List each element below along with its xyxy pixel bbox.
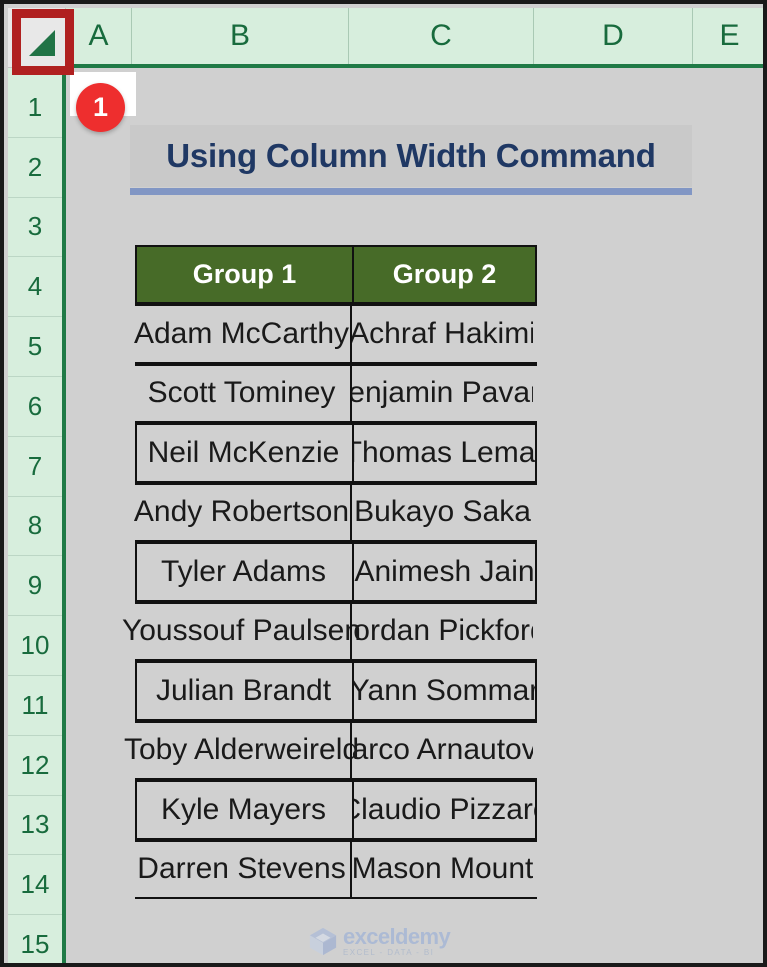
- cell-group1-text: Toby Alderweireld: [123, 733, 360, 767]
- cell-group1-text: Youssouf Paulsen: [121, 614, 362, 648]
- column-divider: [350, 841, 352, 897]
- row-header-15[interactable]: 15: [8, 915, 62, 963]
- row-header-7[interactable]: 7: [8, 436, 62, 497]
- row-header-2[interactable]: 2: [8, 137, 62, 198]
- row-header-11[interactable]: 11: [8, 676, 62, 736]
- table-row[interactable]: Kyle Mayers Claudio Pizzaro: [135, 780, 537, 840]
- row-header-8[interactable]: 8: [8, 496, 62, 557]
- row-header-5[interactable]: 5: [8, 317, 62, 377]
- cell-group1[interactable]: Kyle Mayers: [135, 782, 352, 838]
- column-header-e[interactable]: E: [693, 8, 763, 64]
- cell-group2-text: Jordan Pickford: [352, 614, 533, 648]
- cell-group1[interactable]: Darren Stevens: [133, 842, 350, 898]
- row-header-1[interactable]: 1: [8, 78, 62, 138]
- cell-group1-text: Julian Brandt: [155, 673, 332, 707]
- cell-group1-text: Neil McKenzie: [147, 435, 340, 469]
- cell-group2-text: Mason Mount: [352, 852, 533, 886]
- cell-group2[interactable]: Mason Mount: [352, 842, 533, 898]
- worksheet-title-block[interactable]: Using Column Width Command: [130, 125, 692, 187]
- cell-group2[interactable]: Bukayo Saka: [352, 485, 533, 541]
- table-row[interactable]: Adam McCarthy Achraf Hakimi: [133, 304, 537, 364]
- cell-group1[interactable]: Toby Alderweireld: [124, 723, 359, 779]
- column-header-c[interactable]: C: [349, 8, 534, 64]
- column-divider: [350, 722, 352, 778]
- cell-group1-text: Scott Tominey: [147, 376, 336, 410]
- cell-group1[interactable]: Scott Tominey: [133, 366, 350, 422]
- page-title: Using Column Width Command: [166, 137, 656, 174]
- table-row[interactable]: Darren Stevens Mason Mount: [133, 839, 537, 899]
- select-all-highlight-annotation: [12, 9, 74, 75]
- table-row[interactable]: Neil McKenzie Thomas Lemar: [135, 423, 537, 483]
- table-row[interactable]: Tyler Adams Animesh Jain: [135, 542, 537, 602]
- watermark-tagline: EXCEL - DATA - BI: [343, 947, 435, 957]
- exceldemy-watermark: exceldemy EXCEL - DATA - BI: [308, 923, 468, 959]
- table-row[interactable]: Julian Brandt Yann Sommar: [135, 661, 537, 721]
- table-row[interactable]: Scott Tominey Benjamin Pavard: [133, 363, 537, 423]
- cell-group2[interactable]: Benjamin Pavard: [352, 366, 533, 422]
- cell-group1[interactable]: Neil McKenzie: [135, 425, 352, 481]
- column-header-d[interactable]: D: [534, 8, 693, 64]
- column-divider: [352, 425, 354, 481]
- cell-group1-text: Darren Stevens: [137, 852, 346, 886]
- column-divider: [352, 663, 354, 719]
- row-header-12[interactable]: 12: [8, 735, 62, 796]
- row-header-10[interactable]: 10: [8, 616, 62, 676]
- cell-group1[interactable]: Youssouf Paulsen: [122, 604, 361, 660]
- cell-group2-text: Thomas Lemar: [354, 435, 535, 469]
- row-header-9[interactable]: 9: [8, 556, 62, 617]
- row-header-3[interactable]: 3: [8, 197, 62, 258]
- cell-group1[interactable]: Tyler Adams: [135, 544, 352, 600]
- row-header-14[interactable]: 14: [8, 855, 62, 916]
- title-underline-rule: [130, 188, 692, 195]
- row-header-strip: 1 2 3 4 5 6 7 8 9 10 11 12 13 14 15: [8, 68, 66, 963]
- cell-group2[interactable]: Achraf Hakimi: [352, 306, 533, 362]
- cell-group2-text: Achraf Hakimi: [352, 316, 533, 350]
- cell-group2-text: Bukayo Saka: [354, 495, 531, 529]
- cell-group2-text: Yann Sommar: [354, 673, 535, 707]
- column-header-a[interactable]: A: [66, 8, 132, 64]
- row-header-13[interactable]: 13: [8, 795, 62, 856]
- table-row[interactable]: Youssouf PaulsenJordan Pickford: [122, 601, 537, 661]
- column-header-strip: ABCDE: [66, 8, 763, 68]
- table-row[interactable]: Toby AlderweireldMarco Arnautovic: [124, 720, 537, 780]
- cube-logo-icon: [309, 927, 337, 956]
- worksheet-grid[interactable]: Using Column Width Command Group 1 Group…: [70, 72, 763, 963]
- column-divider: [350, 603, 352, 659]
- column-divider: [352, 544, 354, 600]
- table-header-group1: Group 1: [137, 247, 354, 302]
- cell-group2-text: Benjamin Pavard: [352, 376, 533, 410]
- cell-group1[interactable]: Andy Robertson: [133, 485, 350, 541]
- column-divider: [352, 782, 354, 838]
- cell-group1-text: Kyle Mayers: [160, 792, 327, 826]
- cell-group1[interactable]: Adam McCarthy: [133, 306, 350, 362]
- cell-group2[interactable]: Marco Arnautovic: [352, 723, 533, 779]
- cell-group2[interactable]: Jordan Pickford: [352, 604, 533, 660]
- watermark-name: exceldemy: [343, 923, 451, 949]
- cell-group2[interactable]: Thomas Lemar: [354, 425, 535, 481]
- data-table: Group 1 Group 2 Adam McCarthy Achraf Haki…: [122, 245, 537, 899]
- cell-group2[interactable]: Claudio Pizzaro: [354, 782, 535, 838]
- column-divider: [350, 365, 352, 421]
- step-badge-1: 1: [76, 83, 125, 132]
- table-row[interactable]: Andy Robertson Bukayo Saka: [133, 482, 537, 542]
- row-header-6[interactable]: 6: [8, 377, 62, 437]
- cell-group2[interactable]: Yann Sommar: [354, 663, 535, 719]
- cell-group1-text: Adam McCarthy: [133, 316, 350, 350]
- cell-group1-text: Tyler Adams: [160, 554, 327, 588]
- column-header-b[interactable]: B: [132, 8, 349, 64]
- cell-group1[interactable]: Julian Brandt: [135, 663, 352, 719]
- cell-group2-text: Claudio Pizzaro: [354, 792, 535, 826]
- cell-group1-text: Andy Robertson: [133, 495, 350, 529]
- cell-group2-text: Animesh Jain: [354, 554, 535, 588]
- column-divider: [350, 484, 352, 540]
- cell-group2-text: Marco Arnautovic: [352, 733, 533, 767]
- cell-group2[interactable]: Animesh Jain: [354, 544, 535, 600]
- column-divider: [350, 306, 352, 362]
- table-header-row: Group 1 Group 2: [135, 245, 537, 304]
- row-header-4[interactable]: 4: [8, 257, 62, 318]
- excel-worksheet-screenshot: ABCDE 1 2 3 4 5 6 7 8 9 10 11 12 13 14 15 Using Column…: [0, 0, 767, 967]
- table-header-group2: Group 2: [354, 247, 535, 302]
